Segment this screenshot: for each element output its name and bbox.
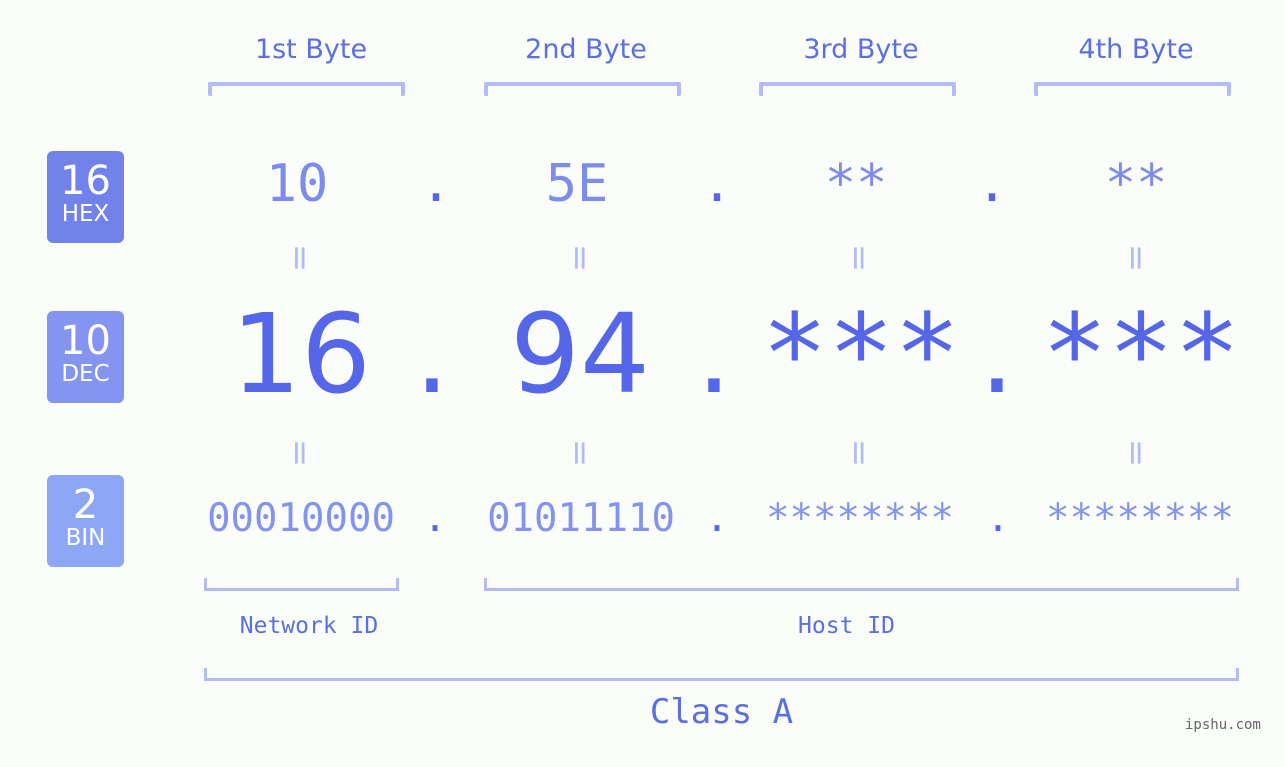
host-id-label: Host ID (798, 613, 895, 639)
equals-sign: = (280, 243, 320, 273)
hex-badge: 16 HEX (47, 151, 124, 243)
bin-separator-1: . (423, 496, 447, 541)
host-id-bracket (484, 578, 1239, 591)
dec-badge-unit: DEC (61, 361, 110, 387)
network-id-bracket (204, 578, 399, 591)
bin-separator-2: . (705, 496, 729, 541)
watermark: ipshu.com (1185, 717, 1261, 733)
equals-sign: = (839, 243, 879, 273)
byte-bracket-3 (759, 82, 956, 96)
dec-separator-1: . (414, 290, 450, 418)
equals-sign: = (560, 243, 600, 273)
dec-badge-number: 10 (60, 318, 111, 364)
byte-label-1: 1st Byte (254, 34, 368, 65)
hex-badge-number: 16 (60, 158, 111, 204)
dec-separator-2: . (696, 290, 732, 418)
equals-sign: = (839, 438, 879, 468)
byte-label-3: 3rd Byte (803, 34, 919, 65)
equals-sign: = (280, 438, 320, 468)
byte-label-4: 4th Byte (1078, 34, 1194, 65)
network-id-label: Network ID (239, 613, 379, 639)
byte-bracket-2 (484, 82, 681, 96)
byte-bracket-1 (208, 82, 405, 96)
hex-badge-unit: HEX (61, 201, 110, 227)
hex-separator-2: . (701, 154, 733, 214)
hex-separator-1: . (420, 154, 452, 214)
byte-label-2: 2nd Byte (525, 34, 647, 65)
bin-badge: 2 BIN (47, 475, 124, 567)
hex-separator-3: . (976, 154, 1008, 214)
equals-sign: = (560, 438, 600, 468)
class-label: Class A (649, 692, 794, 732)
equals-sign: = (1116, 243, 1156, 273)
bin-badge-number: 2 (72, 482, 99, 528)
dec-badge: 10 DEC (47, 311, 124, 403)
class-bracket (204, 668, 1239, 681)
bin-separator-3: . (986, 496, 1010, 541)
byte-bracket-4 (1034, 82, 1231, 96)
equals-sign: = (1116, 438, 1156, 468)
bin-badge-unit: BIN (65, 525, 106, 551)
dec-separator-3: . (979, 290, 1015, 418)
